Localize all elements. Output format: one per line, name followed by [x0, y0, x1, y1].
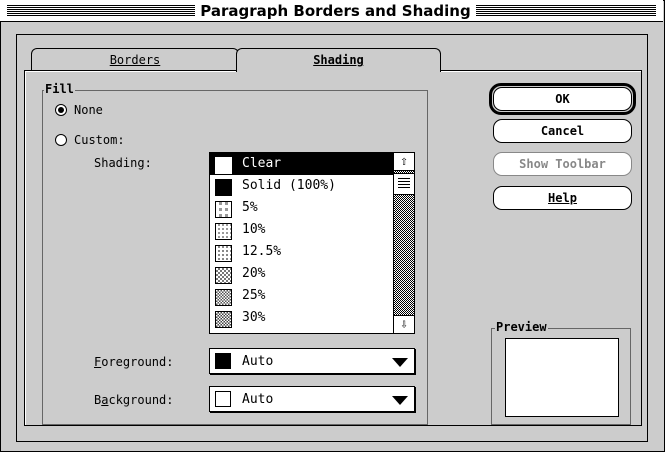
tab-borders[interactable]: Borders [31, 48, 239, 70]
swatch-solid [215, 179, 232, 196]
shading-option-clear[interactable]: Clear [210, 153, 396, 175]
shading-list[interactable]: Clear Solid (100%) 5% 10% 12.5% 20% 25% … [209, 152, 415, 334]
shading-option-10[interactable]: 10% [210, 219, 396, 241]
window-title: Paragraph Borders and Shading [195, 1, 476, 21]
help-button[interactable]: Help [493, 186, 632, 210]
foreground-popup[interactable]: Auto [209, 348, 415, 374]
swatch-5 [215, 201, 232, 218]
background-value: Auto [242, 392, 274, 407]
swatch-10 [215, 223, 232, 240]
scroll-thumb[interactable] [394, 173, 414, 195]
shading-option-label: Clear [242, 156, 282, 171]
title-bar-stripes-left [7, 5, 195, 16]
shading-option-label: 5% [242, 200, 258, 215]
title-bar-stripes-right [476, 5, 656, 16]
background-label: Background: [94, 393, 174, 407]
shading-option-20[interactable]: 20% [210, 263, 396, 285]
swatch-20 [215, 267, 232, 284]
foreground-label: Foreground: [94, 355, 174, 369]
shading-option-label: 10% [242, 222, 266, 237]
none-radio[interactable] [55, 104, 67, 116]
preview-box [505, 338, 619, 417]
shading-list-scrollbar[interactable]: ⇧ ⇩ [393, 153, 414, 333]
shading-option-solid[interactable]: Solid (100%) [210, 175, 396, 197]
tab-shading[interactable]: Shading [236, 48, 441, 72]
triangle-down-icon [392, 358, 408, 367]
tab-borders-label: Borders [109, 53, 161, 67]
show-toolbar-button: Show Toolbar [493, 152, 632, 176]
custom-radio-label[interactable]: Custom: [74, 133, 125, 147]
shading-option-30[interactable]: 30% [210, 307, 396, 329]
swatch-12-5 [215, 245, 232, 262]
swatch-25 [215, 289, 232, 306]
shading-option-label: 20% [242, 266, 266, 281]
shading-option-label: 12.5% [242, 244, 282, 259]
shading-option-5[interactable]: 5% [210, 197, 396, 219]
background-popup[interactable]: Auto [209, 386, 415, 412]
help-button-label: Help [548, 191, 577, 205]
background-swatch [215, 391, 231, 407]
tab-shading-label: Shading [313, 53, 364, 67]
triangle-down-icon [392, 396, 408, 405]
foreground-swatch [215, 353, 231, 369]
none-radio-label[interactable]: None [74, 103, 103, 117]
foreground-value: Auto [242, 354, 274, 369]
cancel-button[interactable]: Cancel [493, 119, 632, 143]
ok-button[interactable]: OK [493, 87, 632, 111]
shading-option-label: Solid (100%) [242, 178, 336, 193]
custom-radio[interactable] [55, 134, 67, 146]
shading-option-12-5[interactable]: 12.5% [210, 241, 396, 263]
title-bar[interactable]: Paragraph Borders and Shading [0, 0, 663, 22]
fill-group-label: Fill [44, 82, 75, 96]
shading-option-label: 30% [242, 310, 266, 325]
swatch-30 [215, 311, 232, 328]
shading-label: Shading: [94, 156, 152, 170]
preview-label: Preview [495, 320, 548, 334]
swatch-clear [215, 157, 232, 174]
shading-option-25[interactable]: 25% [210, 285, 396, 307]
scroll-up-arrow-icon[interactable]: ⇧ [394, 153, 414, 171]
shading-option-label: 25% [242, 288, 266, 303]
scroll-down-arrow-icon[interactable]: ⇩ [394, 315, 414, 333]
